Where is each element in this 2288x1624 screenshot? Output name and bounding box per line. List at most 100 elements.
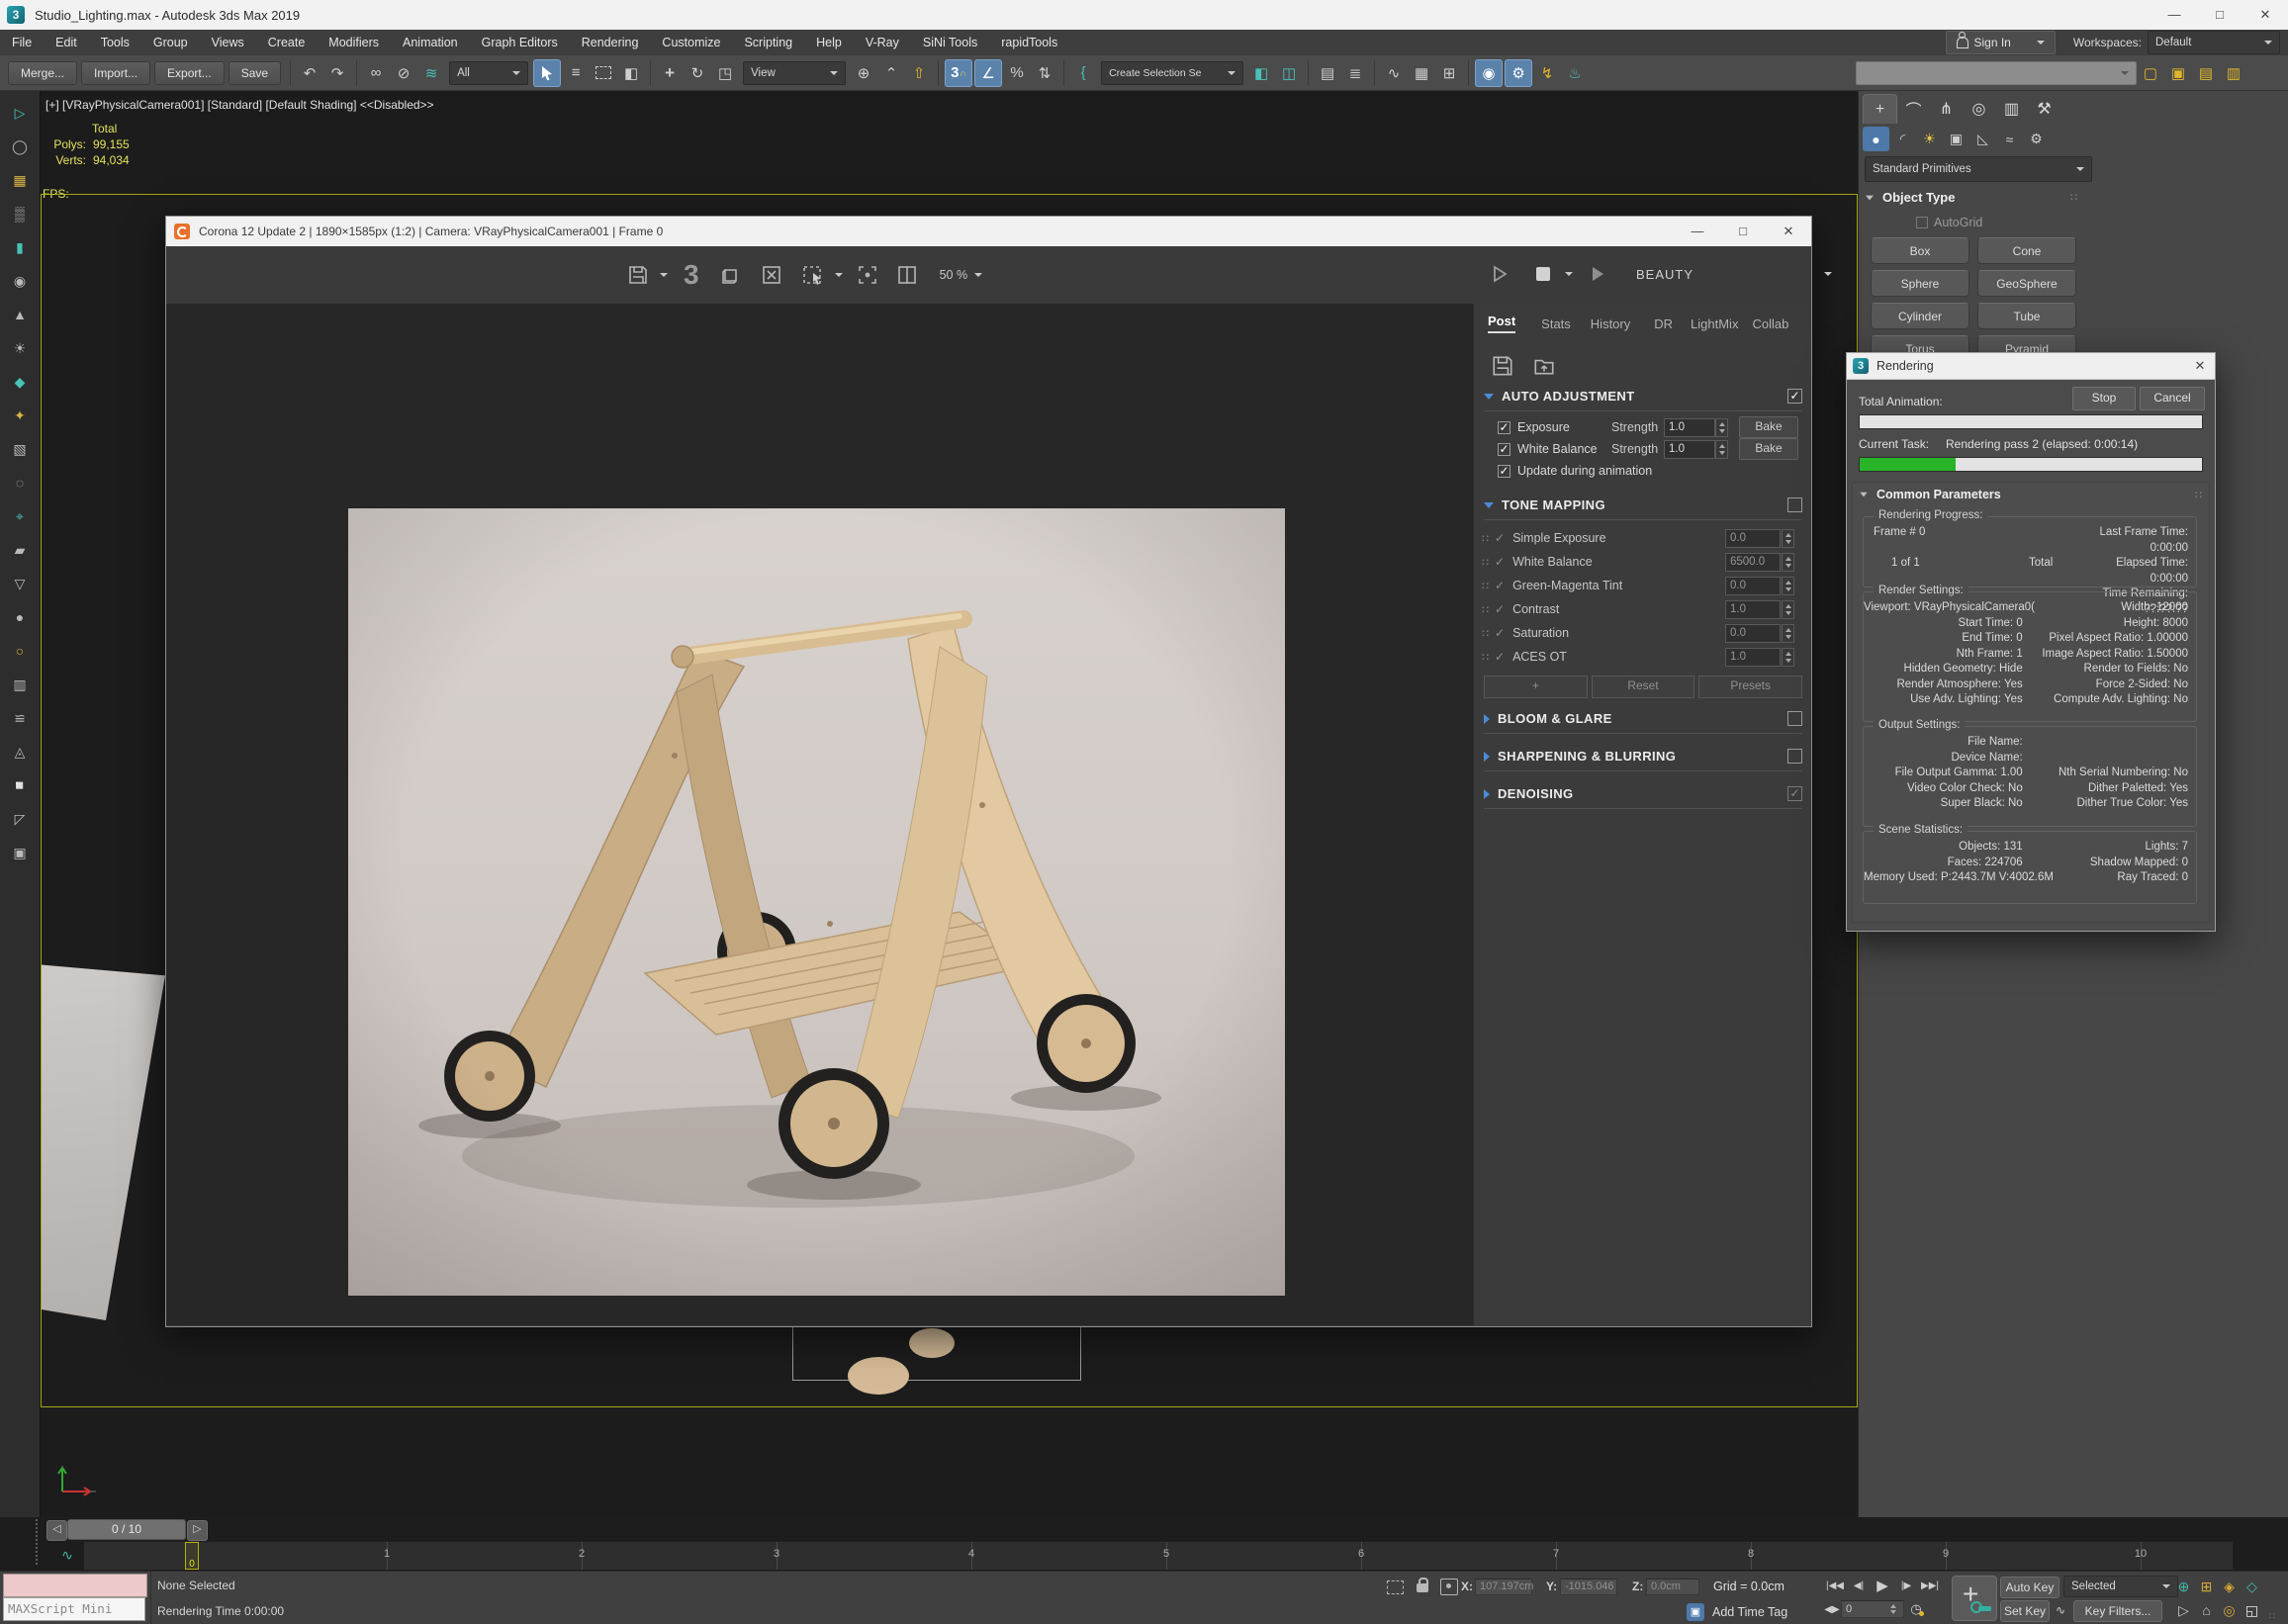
- next-frame-icon[interactable]: |▶: [1894, 1576, 1918, 1595]
- add-operator-button[interactable]: +: [1484, 676, 1588, 698]
- timeline-position-field[interactable]: 0 / 10: [67, 1519, 186, 1540]
- tab-collab[interactable]: Collab: [1752, 316, 1788, 331]
- category-helpers-icon[interactable]: ◺: [1969, 127, 1996, 151]
- select-object-icon[interactable]: [533, 59, 561, 87]
- menu-help[interactable]: Help: [804, 30, 854, 55]
- zoom-all-icon[interactable]: ⊞: [2195, 1576, 2218, 1597]
- cancel-button[interactable]: Cancel: [2140, 387, 2205, 410]
- next-frame-button[interactable]: ▷: [187, 1520, 208, 1541]
- aces-ot-spinner[interactable]: [1782, 648, 1794, 667]
- chevron-down-icon[interactable]: [974, 273, 982, 277]
- menu-customize[interactable]: Customize: [650, 30, 732, 55]
- absolute-mode-icon[interactable]: [1440, 1579, 1458, 1595]
- reset-button[interactable]: Reset: [1592, 676, 1695, 698]
- cylinder-button[interactable]: Cylinder: [1871, 303, 1969, 329]
- time-tag-cube-icon[interactable]: ▣: [1687, 1603, 1704, 1621]
- export-button[interactable]: Export...: [154, 61, 225, 85]
- layer-explorer-icon[interactable]: ▤: [1315, 60, 1340, 86]
- scene-explorer-icon[interactable]: ≣: [1342, 60, 1368, 86]
- save-config-icon[interactable]: [1488, 351, 1517, 381]
- vfb-image-area[interactable]: [166, 304, 1473, 1325]
- set-key-button[interactable]: Set Key: [2000, 1600, 2050, 1622]
- align-icon[interactable]: ◫: [1276, 60, 1302, 86]
- side-toolbar-icon[interactable]: ◽: [8, 773, 32, 797]
- row-check-icon[interactable]: ✓: [1495, 555, 1505, 569]
- tab-dr[interactable]: DR: [1654, 316, 1673, 331]
- side-toolbar-icon[interactable]: ✦: [8, 404, 32, 427]
- auto-adjustment-checkbox[interactable]: ✓: [1787, 389, 1802, 404]
- vfb-close-button[interactable]: ✕: [1766, 217, 1811, 246]
- zoom-icon[interactable]: ⊕: [2172, 1576, 2195, 1597]
- mirror-icon[interactable]: ◧: [1248, 60, 1274, 86]
- mini-curve-editor-icon[interactable]: ∿: [55, 1543, 79, 1567]
- drag-handle-icon[interactable]: ∷: [1482, 603, 1490, 616]
- exposure-strength-spinner[interactable]: [1715, 418, 1728, 437]
- contrast-spinner[interactable]: [1782, 600, 1794, 619]
- go-to-start-icon[interactable]: |◀◀: [1823, 1576, 1847, 1595]
- side-toolbar-icon[interactable]: ▷: [8, 101, 32, 125]
- set-keys-button[interactable]: +: [1952, 1576, 1997, 1621]
- vfb-minimize-button[interactable]: —: [1675, 217, 1720, 246]
- tone-mapping-checkbox[interactable]: [1787, 497, 1802, 512]
- vfb-region-select-icon[interactable]: [798, 260, 828, 290]
- menu-sini-tools[interactable]: SiNi Tools: [911, 30, 989, 55]
- curve-editor-icon[interactable]: ∿: [1381, 60, 1407, 86]
- chevron-down-icon[interactable]: [1565, 272, 1573, 276]
- renderer-preset-dropdown[interactable]: [1856, 61, 2137, 85]
- auto-adjustment-header[interactable]: AUTO ADJUSTMENT ✓: [1484, 389, 1802, 404]
- object-type-rollout-header[interactable]: Object Type ∷: [1865, 190, 2078, 205]
- menu-rendering[interactable]: Rendering: [570, 30, 651, 55]
- category-lights-icon[interactable]: ☀: [1916, 127, 1943, 151]
- saturation-field[interactable]: 0.0: [1725, 624, 1781, 643]
- track-bar[interactable]: 1 2 3 4 5 6 7 8 9 10 0: [83, 1541, 2234, 1571]
- sign-in-button[interactable]: Sign In: [1946, 31, 2056, 54]
- zoom-region-icon[interactable]: ◇: [2241, 1576, 2263, 1597]
- dope-sheet-icon[interactable]: ▦: [1409, 60, 1434, 86]
- side-toolbar-icon[interactable]: ☀: [8, 336, 32, 360]
- timeline-drag-handle[interactable]: [36, 1519, 38, 1565]
- schematic-view-icon[interactable]: ⊞: [1436, 60, 1462, 86]
- add-time-tag[interactable]: Add Time Tag: [1712, 1605, 1787, 1619]
- render-cloud-icon[interactable]: ▤: [2193, 60, 2219, 86]
- z-coordinate-field[interactable]: 0.0cm: [1646, 1579, 1699, 1595]
- exposure-bake-button[interactable]: Bake: [1739, 416, 1798, 438]
- menu-graph-editors[interactable]: Graph Editors: [470, 30, 570, 55]
- vfb-zoom-value[interactable]: 50 %: [940, 268, 968, 282]
- menu-modifiers[interactable]: Modifiers: [317, 30, 391, 55]
- orbit-icon[interactable]: ◎: [2218, 1599, 2241, 1621]
- select-move-icon[interactable]: +: [657, 60, 683, 86]
- edit-named-selections-icon[interactable]: {: [1070, 60, 1096, 86]
- side-toolbar-icon[interactable]: ▲: [8, 303, 32, 326]
- primitive-category-dropdown[interactable]: Standard Primitives: [1865, 156, 2092, 182]
- simple-exposure-field[interactable]: 0.0: [1725, 529, 1781, 548]
- row-check-icon[interactable]: ✓: [1495, 650, 1505, 664]
- select-place-icon[interactable]: ⌃: [878, 60, 904, 86]
- close-button[interactable]: ✕: [2242, 0, 2288, 30]
- timeline-playhead[interactable]: 0: [185, 1542, 199, 1570]
- selection-lock-icon[interactable]: [1417, 1583, 1428, 1592]
- row-check-icon[interactable]: ✓: [1495, 602, 1505, 616]
- presets-button[interactable]: Presets: [1698, 676, 1802, 698]
- resize-grip-icon[interactable]: ∷: [2269, 1611, 2279, 1621]
- category-spacewarps-icon[interactable]: ≈: [1996, 127, 2023, 151]
- auto-key-button[interactable]: Auto Key: [2000, 1577, 2059, 1598]
- key-mode-icon[interactable]: ∿: [2052, 1600, 2069, 1620]
- drag-handle-icon[interactable]: ∷: [1482, 556, 1490, 569]
- tube-button[interactable]: Tube: [1977, 303, 2076, 329]
- menu-rapidtools[interactable]: rapidTools: [989, 30, 1069, 55]
- render-open-icon[interactable]: ▥: [2221, 60, 2246, 86]
- update-animation-checkbox[interactable]: ✓: [1498, 465, 1510, 478]
- menu-scripting[interactable]: Scripting: [732, 30, 804, 55]
- sharpening-checkbox[interactable]: [1787, 749, 1802, 764]
- drag-handle-icon[interactable]: ∷: [1482, 627, 1490, 640]
- time-config-icon[interactable]: ◷: [1904, 1599, 1928, 1619]
- side-toolbar-icon[interactable]: ▧: [8, 437, 32, 461]
- maxscript-mini-listener-input[interactable]: MAXScript Mini List: [3, 1597, 145, 1621]
- drag-handle-icon[interactable]: ∷: [1482, 532, 1490, 545]
- row-check-icon[interactable]: ✓: [1495, 531, 1505, 545]
- vfb-copy-icon[interactable]: [715, 260, 745, 290]
- aces-ot-field[interactable]: 1.0: [1725, 648, 1781, 667]
- denoising-checkbox[interactable]: ✓: [1787, 786, 1802, 801]
- tab-motion[interactable]: ◎: [1963, 95, 1995, 124]
- side-toolbar-icon[interactable]: ▮: [8, 235, 32, 259]
